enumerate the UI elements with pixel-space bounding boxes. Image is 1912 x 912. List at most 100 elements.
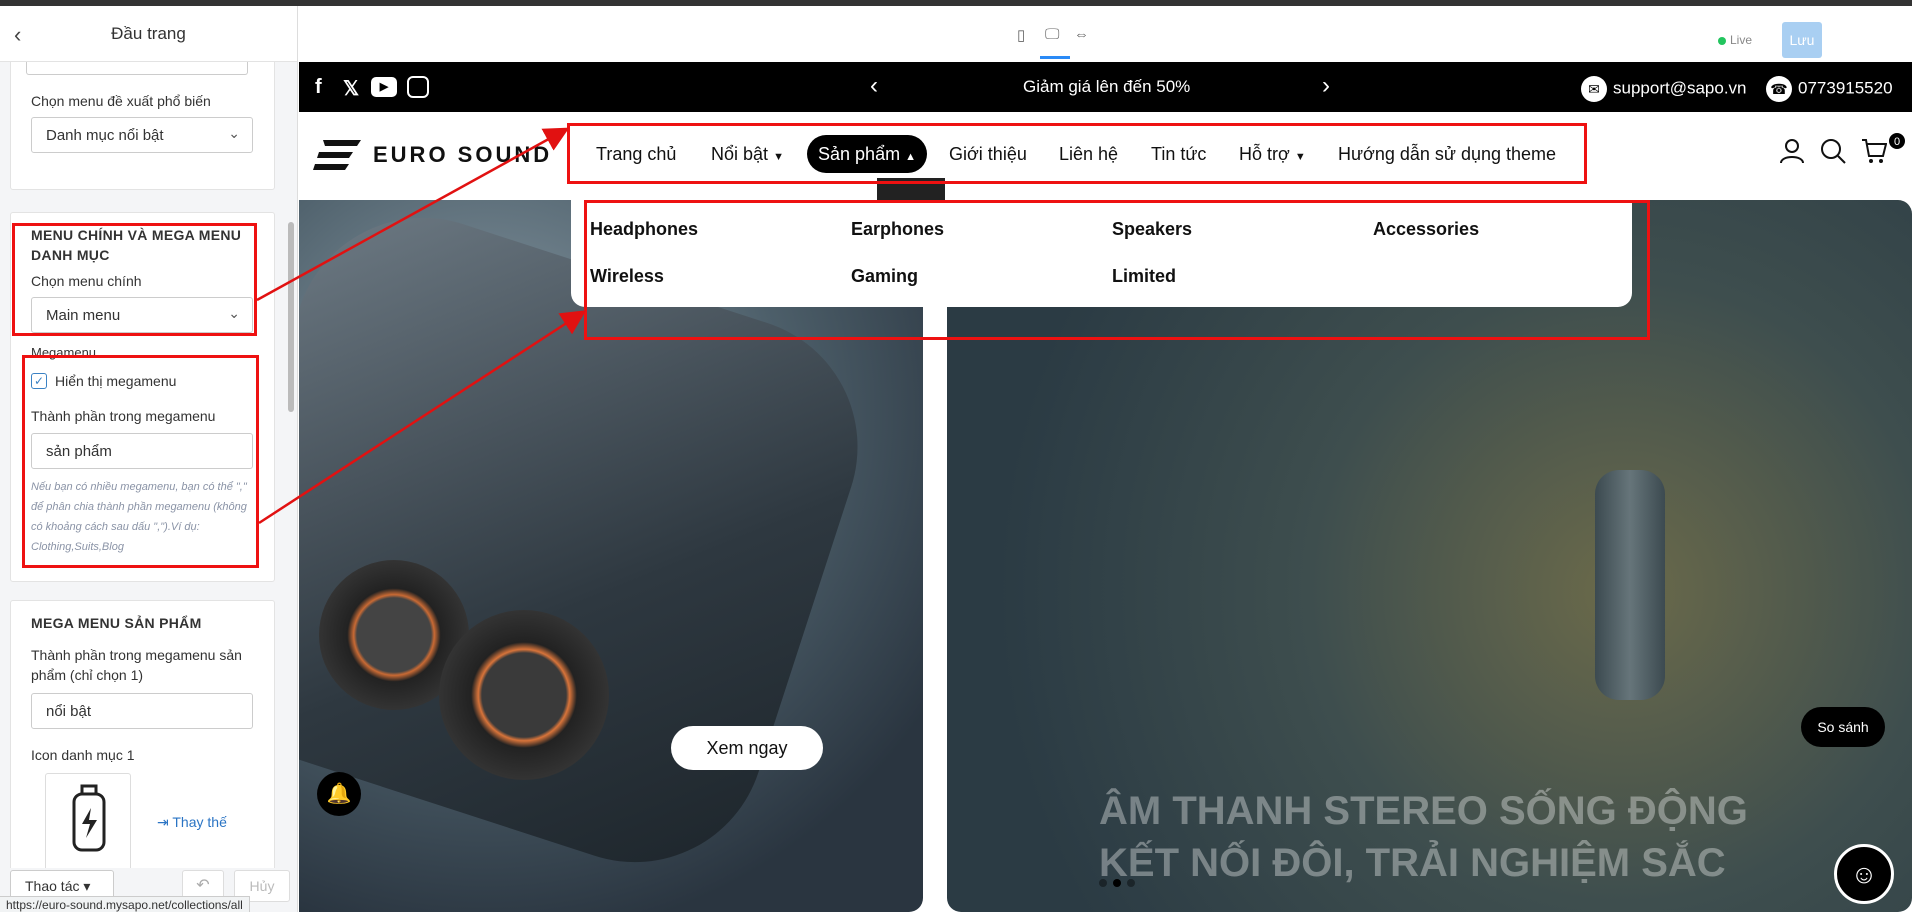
earbud-right bbox=[439, 610, 609, 780]
actions-label: Thao tác bbox=[25, 878, 80, 894]
main-menu-card: MENU CHÍNH VÀ MEGA MENU DANH MỤC Chọn me… bbox=[10, 212, 275, 582]
store-logo-text[interactable]: EURO SOUND bbox=[373, 142, 552, 168]
search-icon-svg bbox=[1821, 139, 1846, 164]
caret-up-icon: ▲ bbox=[905, 151, 916, 163]
mega-item-wireless[interactable]: Wireless bbox=[590, 266, 664, 287]
compare-button[interactable]: So sánh bbox=[1801, 707, 1885, 747]
mobile-view-icon[interactable]: ▯ bbox=[1017, 26, 1025, 44]
facebook-icon[interactable]: f bbox=[315, 76, 322, 99]
megamenu-components-input[interactable]: sản phẩm bbox=[31, 433, 253, 469]
promo-next-icon[interactable]: › bbox=[1322, 72, 1330, 100]
desktop-view-icon[interactable]: 🖵 bbox=[1045, 26, 1059, 43]
category-icon-label: Icon danh mục 1 bbox=[31, 747, 135, 763]
mega-item-earphones[interactable]: Earphones bbox=[851, 219, 944, 240]
show-megamenu-label: Hiển thị megamenu bbox=[55, 373, 177, 389]
active-view-indicator bbox=[1040, 56, 1070, 59]
slider-dots bbox=[1099, 874, 1141, 892]
search-icon[interactable] bbox=[1820, 138, 1846, 171]
nav-item-support[interactable]: Hỗ trợ ▼ bbox=[1239, 144, 1306, 165]
slider-dot[interactable] bbox=[1127, 879, 1135, 887]
hero-line-1: ÂM THANH STEREO SỐNG ĐỘNG bbox=[1099, 789, 1748, 833]
mega-item-limited[interactable]: Limited bbox=[1112, 266, 1176, 287]
email-link[interactable]: ✉ support@sapo.vn bbox=[1581, 76, 1747, 102]
promo-text: Giảm giá lên đến 50% bbox=[1023, 77, 1191, 96]
nav-item-featured[interactable]: Nổi bật ▼ bbox=[711, 144, 784, 165]
cart-icon[interactable] bbox=[1861, 138, 1888, 171]
textarea-field[interactable] bbox=[26, 62, 248, 75]
back-chevron-icon[interactable]: ‹ bbox=[14, 22, 21, 48]
caret-down-icon: ▼ bbox=[773, 151, 784, 163]
nav-item-contact[interactable]: Liên hệ bbox=[1059, 144, 1118, 165]
megamenu-components-label: Thành phần trong megamenu bbox=[31, 408, 216, 424]
speaker-shape bbox=[1595, 470, 1665, 700]
hero-line-2: KẾT NỐI ĐÔI, TRẢI NGHIỆM SẮC bbox=[1099, 841, 1726, 885]
nav-item-about[interactable]: Giới thiệu bbox=[949, 144, 1027, 165]
fullwidth-view-icon[interactable]: ⇔ bbox=[1074, 26, 1089, 43]
suggest-select-value: Danh mục nổi bật bbox=[46, 127, 164, 144]
cart-icon-svg bbox=[1862, 139, 1888, 163]
sidebar-header: ‹ Đầu trang bbox=[0, 6, 297, 62]
notification-bell-icon[interactable]: 🔔 bbox=[317, 772, 361, 816]
product-megamenu-card: MEGA MENU SẢN PHẨM Thành phần trong mega… bbox=[10, 600, 275, 868]
main-menu-label: Chọn menu chính bbox=[31, 273, 142, 289]
youtube-icon[interactable]: ▶ bbox=[371, 77, 397, 97]
editor-toolbar: ▯ 🖵 ⇔ Live Lưu bbox=[299, 6, 1912, 62]
main-menu-section-title: MENU CHÍNH VÀ MEGA MENU DANH MỤC bbox=[31, 227, 242, 263]
phone-text: 0773915520 bbox=[1798, 78, 1893, 98]
nav-item-products[interactable]: Sản phẩm ▲ bbox=[807, 135, 927, 173]
nav-featured-label: Nổi bật bbox=[711, 144, 769, 164]
hero-headline: ÂM THANH STEREO SỐNG ĐỘNG KẾT NỐI ĐÔI, TR… bbox=[1099, 785, 1899, 889]
megamenu-label: Megamenu bbox=[31, 345, 97, 360]
account-icon[interactable] bbox=[1779, 138, 1805, 171]
main-menu-select[interactable]: Main menu ⌄ bbox=[31, 297, 253, 333]
user-icon-svg bbox=[1780, 139, 1804, 164]
sidebar-scroll-thumb[interactable] bbox=[288, 222, 294, 412]
live-dot-icon bbox=[1718, 36, 1726, 45]
nav-item-home[interactable]: Trang chủ bbox=[596, 144, 676, 165]
promo-prev-icon[interactable]: ‹ bbox=[870, 72, 878, 100]
product-components-label: Thành phần trong megamenu sản phẩm (chỉ … bbox=[31, 647, 242, 683]
phone-link[interactable]: ☎ 0773915520 bbox=[1766, 76, 1893, 102]
x-twitter-icon[interactable]: 𝕏 bbox=[343, 76, 359, 101]
cart-count-badge: 0 bbox=[1888, 132, 1906, 150]
suggest-label: Chọn menu đề xuất phổ biến bbox=[31, 93, 211, 109]
mega-item-gaming[interactable]: Gaming bbox=[851, 266, 918, 287]
suggest-select[interactable]: Danh mục nổi bật ⌄ bbox=[31, 117, 253, 153]
store-header: EURO SOUND Trang chủ Nổi bật ▼ Sản phẩm … bbox=[299, 112, 1912, 200]
nav-item-theme-guide[interactable]: Hướng dẫn sử dụng theme bbox=[1338, 144, 1556, 165]
logo-mark-icon[interactable] bbox=[313, 140, 361, 170]
replace-label: Thay thế bbox=[172, 814, 227, 830]
mega-item-speakers[interactable]: Speakers bbox=[1112, 219, 1192, 240]
save-button[interactable]: Lưu bbox=[1782, 22, 1822, 58]
support-chat-icon[interactable]: ☺ bbox=[1834, 844, 1894, 904]
live-status: Live bbox=[1718, 33, 1752, 47]
mega-menu-panel: Headphones Earphones Speakers Accessorie… bbox=[571, 200, 1632, 307]
shop-now-button[interactable]: Xem ngay bbox=[671, 726, 823, 770]
mega-item-headphones[interactable]: Headphones bbox=[590, 219, 698, 240]
chevron-down-icon: ⌄ bbox=[228, 305, 240, 321]
caret-down-icon: ▼ bbox=[1294, 151, 1306, 163]
nav-item-news[interactable]: Tin tức bbox=[1151, 144, 1206, 165]
slider-dot[interactable] bbox=[1099, 879, 1107, 887]
announcement-bar: f 𝕏 ▶ ‹ Giảm giá lên đến 50% › ✉ support@… bbox=[299, 62, 1912, 112]
megamenu-hint: Nếu bạn có nhiều megamenu, bạn có thể ",… bbox=[31, 481, 247, 553]
instagram-icon[interactable] bbox=[407, 76, 429, 98]
battery-charge-icon bbox=[72, 784, 106, 852]
category-icon-preview bbox=[45, 773, 131, 868]
sidebar-body: Chọn menu đề xuất phổ biến Danh mục nổi … bbox=[0, 62, 297, 868]
email-text: support@sapo.vn bbox=[1613, 78, 1747, 98]
caret-down-icon: ▾ bbox=[83, 878, 91, 894]
nav-active-notch bbox=[877, 178, 945, 202]
mega-item-accessories[interactable]: Accessories bbox=[1373, 219, 1479, 240]
product-components-input[interactable]: nổi bật bbox=[31, 693, 253, 729]
slider-dot-active[interactable] bbox=[1113, 879, 1121, 887]
product-section-title: MEGA MENU SẢN PHẨM bbox=[31, 615, 202, 631]
status-url: https://euro-sound.mysapo.net/collection… bbox=[0, 896, 250, 912]
settings-sidebar: ‹ Đầu trang Chọn menu đề xuất phổ biến D… bbox=[0, 6, 298, 912]
sidebar-scrollbar[interactable] bbox=[284, 62, 296, 862]
store-preview: f 𝕏 ▶ ‹ Giảm giá lên đến 50% › ✉ support@… bbox=[299, 62, 1912, 912]
show-megamenu-checkbox[interactable]: ✓ bbox=[31, 373, 47, 389]
replace-icon: ⇥ bbox=[157, 814, 173, 830]
sidebar-title: Đầu trang bbox=[111, 23, 186, 43]
replace-icon-button[interactable]: ⇥ Thay thế bbox=[157, 814, 227, 831]
